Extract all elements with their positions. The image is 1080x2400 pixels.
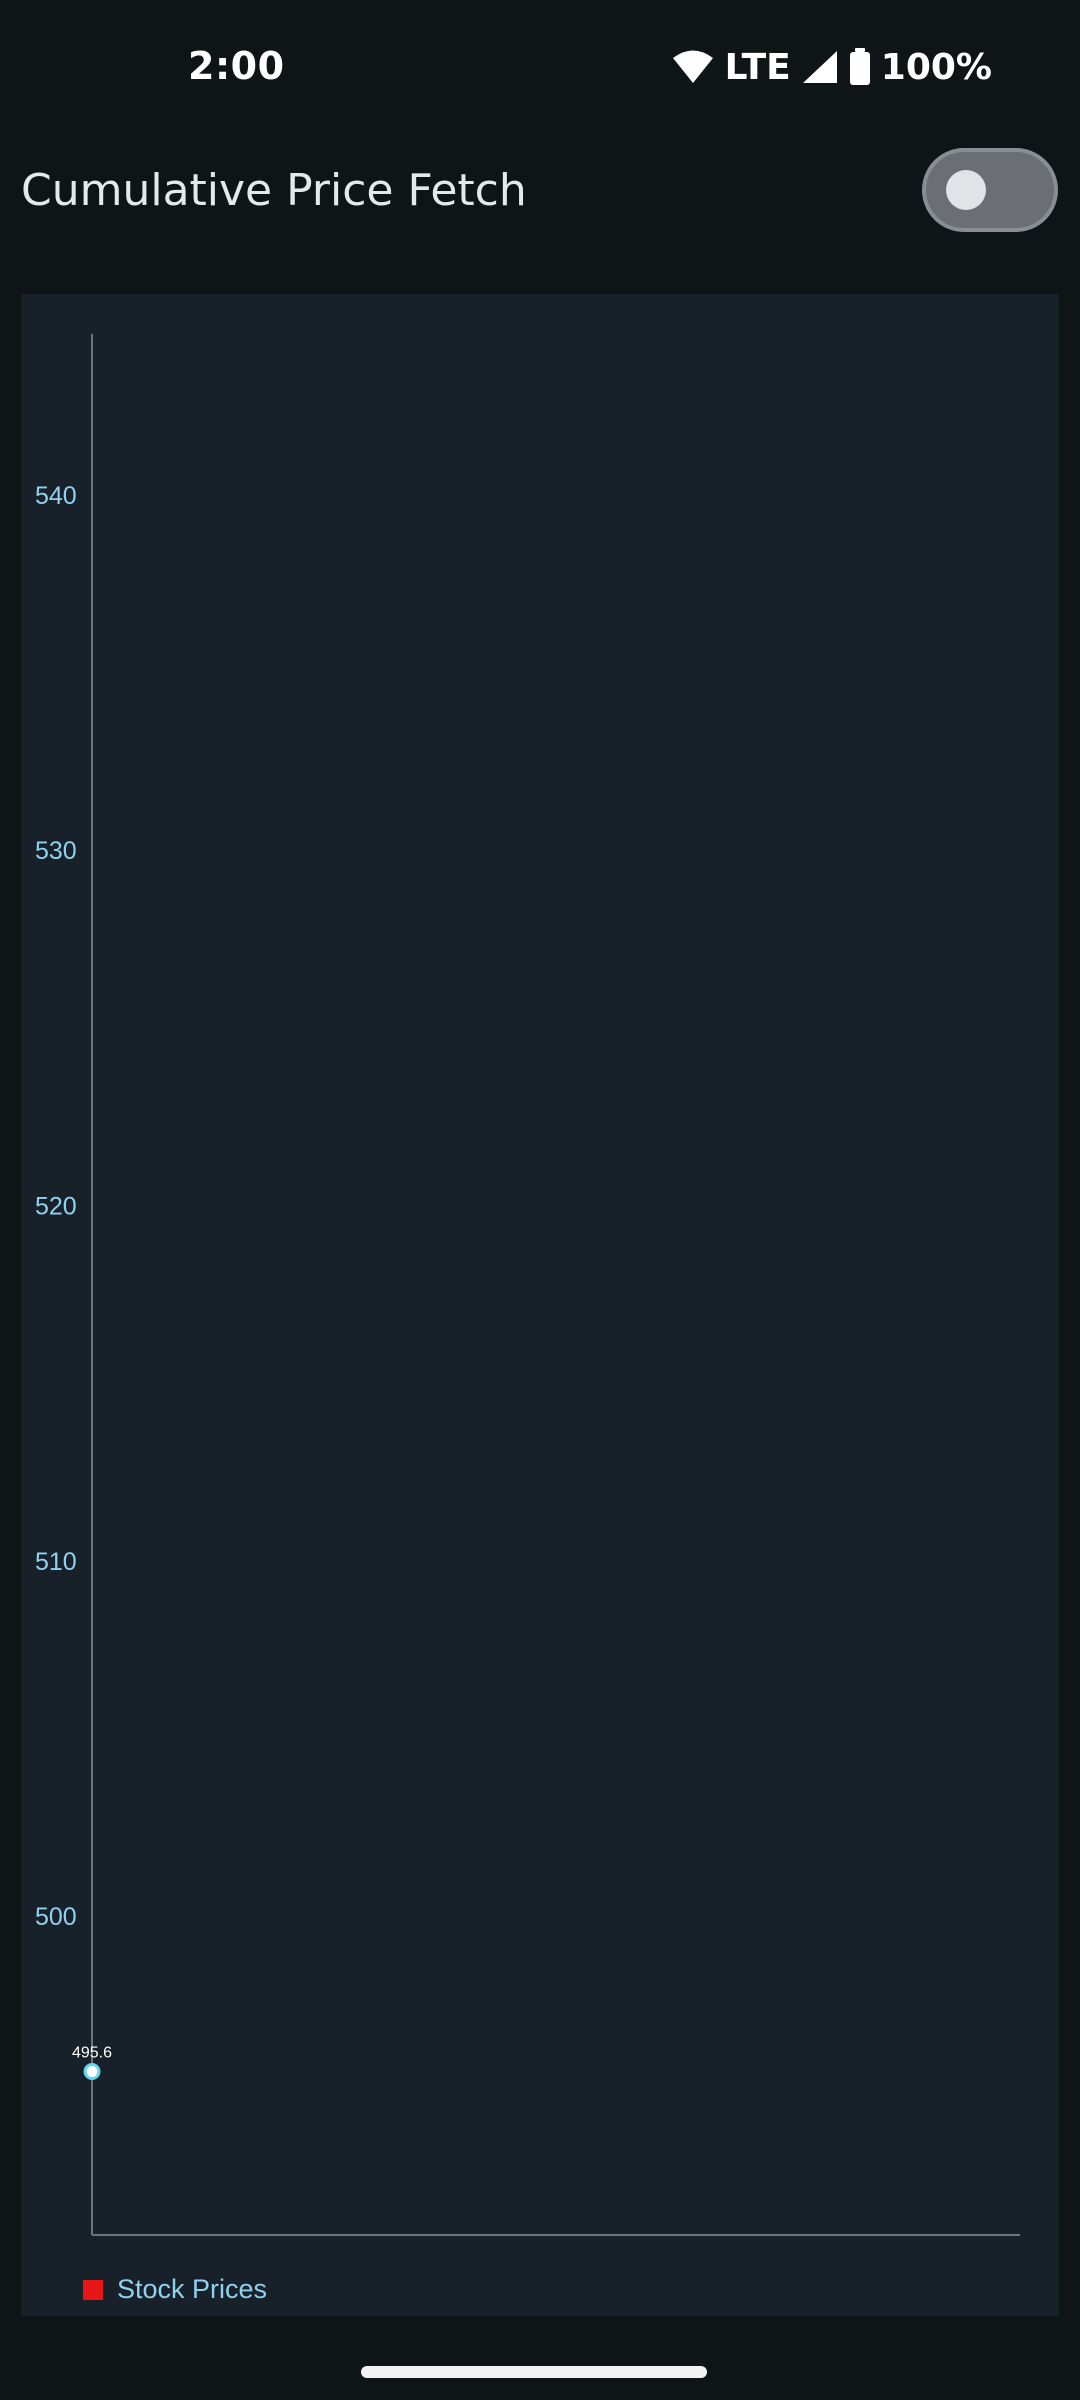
status-indicators: LTE 100%	[671, 44, 992, 90]
toggle-knob	[946, 170, 986, 210]
signal-icon	[802, 51, 837, 83]
status-time: 2:00	[188, 44, 285, 88]
chart-panel: 500 510 520 530 540 495.6 Stock Prices	[21, 294, 1059, 2316]
legend-label: Stock Prices	[117, 2274, 268, 2304]
battery-icon	[849, 48, 870, 85]
y-tick-label: 510	[35, 1548, 77, 1576]
y-tick-label: 520	[35, 1193, 77, 1221]
legend-swatch	[83, 2279, 103, 2300]
data-label: 495.6	[72, 2045, 112, 2062]
network-type: LTE	[724, 46, 791, 88]
y-tick-label: 530	[35, 837, 77, 865]
wifi-icon	[672, 50, 713, 83]
y-tick-label: 540	[35, 482, 77, 510]
price-chart: 500 510 520 530 540 495.6	[35, 334, 1020, 2236]
page-title: Cumulative Price Fetch	[21, 165, 527, 216]
app-screen: 2:00 LTE 100% Cumulative Price Fetch 500…	[0, 0, 1080, 2400]
battery-percent: 100%	[880, 46, 992, 88]
fetch-toggle[interactable]	[922, 148, 1058, 232]
chart-legend: Stock Prices	[83, 2274, 267, 2305]
data-point	[83, 2063, 101, 2081]
status-bar: 2:00 LTE 100%	[0, 0, 1080, 135]
app-header: Cumulative Price Fetch	[0, 135, 1080, 295]
navigation-handle[interactable]	[361, 2366, 707, 2378]
y-tick-label: 500	[35, 1903, 77, 1931]
